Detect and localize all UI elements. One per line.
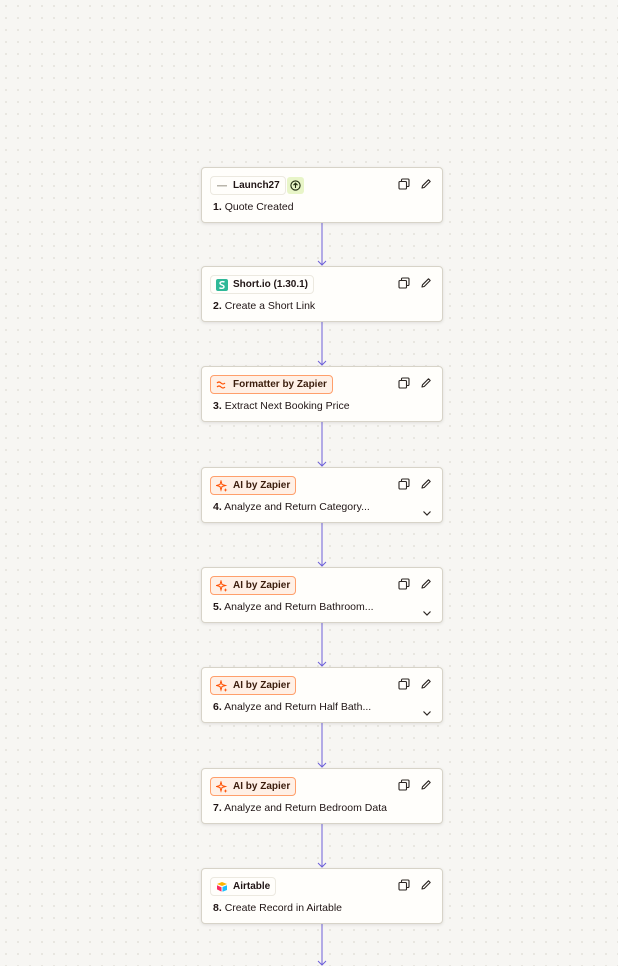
copy-icon[interactable]	[398, 778, 410, 791]
copy-icon[interactable]	[398, 677, 410, 690]
ai-sparkle-icon	[216, 780, 228, 793]
ai-sparkle-icon	[216, 479, 228, 492]
app-name: AI by Zapier	[233, 480, 291, 491]
step-connector	[317, 322, 327, 366]
copy-icon[interactable]	[398, 376, 410, 389]
zap-step-card[interactable]: Launch27 1. Quote Created	[201, 167, 443, 223]
edit-pencil-icon[interactable]	[420, 276, 432, 288]
app-name: AI by Zapier	[233, 680, 291, 691]
app-badge[interactable]: Formatter by Zapier	[210, 375, 333, 394]
step-connector	[317, 824, 327, 868]
app-name: Launch27	[233, 180, 280, 191]
zap-step-card[interactable]: Formatter by Zapier 3. Extract Next Booki…	[201, 366, 443, 422]
copy-icon[interactable]	[398, 477, 410, 490]
step-connector	[317, 223, 327, 266]
step-actions	[398, 677, 432, 690]
edit-pencil-icon[interactable]	[420, 177, 432, 189]
edit-pencil-icon[interactable]	[420, 376, 432, 388]
zap-step-card[interactable]: AI by Zapier 6. Analyze and Return Half B…	[201, 667, 443, 723]
zap-step-card[interactable]: AI by Zapier 5. Analyze and Return Bathro…	[201, 567, 443, 623]
step-title-text: Analyze and Return Half Bath...	[224, 701, 372, 713]
copy-icon[interactable]	[398, 276, 410, 289]
chevron-down-icon[interactable]	[422, 704, 432, 716]
step-title-text: Quote Created	[224, 201, 294, 213]
app-name: AI by Zapier	[233, 580, 291, 591]
formatter-icon	[216, 379, 228, 391]
step-connector	[317, 723, 327, 768]
step-title: 6. Analyze and Return Half Bath...	[213, 701, 371, 713]
step-number: 7.	[213, 802, 222, 814]
shortio-icon	[216, 278, 228, 291]
step-title: 7. Analyze and Return Bedroom Data	[213, 802, 387, 814]
step-title: 4. Analyze and Return Category...	[213, 501, 370, 513]
step-number: 3.	[213, 400, 222, 412]
edit-pencil-icon[interactable]	[420, 778, 432, 790]
step-number: 2.	[213, 300, 222, 312]
step-number: 8.	[213, 902, 222, 914]
step-actions	[398, 177, 432, 190]
ai-sparkle-icon	[216, 579, 228, 592]
step-title-text: Analyze and Return Category...	[224, 501, 370, 513]
step-actions	[398, 577, 432, 590]
zap-step-card[interactable]: AI by Zapier 4. Analyze and Return Catego…	[201, 467, 443, 523]
zap-step-card[interactable]: Airtable 8. Create Record in Airtable	[201, 868, 443, 924]
app-badge[interactable]: AI by Zapier	[210, 676, 297, 695]
app-badge[interactable]: Short.io (1.30.1)	[210, 275, 315, 294]
zap-editor-canvas[interactable]: Launch27 1. Quote Created Short.io (1.30.1…	[0, 0, 618, 966]
edit-pencil-icon[interactable]	[420, 577, 432, 589]
app-name: Short.io (1.30.1)	[233, 279, 309, 290]
chevron-down-icon[interactable]	[422, 504, 432, 516]
ai-sparkle-icon	[216, 679, 228, 692]
zap-step-card[interactable]: Short.io (1.30.1) 2. Create a Short Link	[201, 266, 443, 322]
step-number: 5.	[213, 601, 222, 613]
step-connector	[317, 924, 327, 966]
step-actions	[398, 376, 432, 389]
copy-icon[interactable]	[398, 177, 410, 190]
step-title-text: Analyze and Return Bathroom...	[224, 601, 374, 613]
step-title: 8. Create Record in Airtable	[213, 902, 342, 914]
step-actions	[398, 477, 432, 490]
step-actions	[398, 276, 432, 289]
step-number: 1.	[213, 201, 222, 213]
copy-icon[interactable]	[398, 878, 410, 891]
step-title-text: Create a Short Link	[224, 300, 316, 312]
edit-pencil-icon[interactable]	[420, 677, 432, 689]
step-title-text: Create Record in Airtable	[224, 902, 342, 914]
chevron-down-icon[interactable]	[422, 604, 432, 616]
app-badge[interactable]: Airtable	[210, 877, 277, 896]
launch27-icon	[216, 180, 228, 192]
step-title: 5. Analyze and Return Bathroom...	[213, 601, 374, 613]
edit-pencil-icon[interactable]	[420, 878, 432, 890]
step-title-text: Extract Next Booking Price	[224, 400, 350, 412]
app-badge[interactable]: Launch27	[210, 176, 286, 195]
app-badge[interactable]: AI by Zapier	[210, 576, 297, 595]
zap-step-card[interactable]: AI by Zapier 7. Analyze and Return Bedroo…	[201, 768, 443, 824]
airtable-icon	[216, 881, 228, 893]
step-actions	[398, 778, 432, 791]
step-connector	[317, 422, 327, 467]
step-number: 6.	[213, 701, 222, 713]
step-title: 1. Quote Created	[213, 201, 294, 213]
step-title: 3. Extract Next Booking Price	[213, 400, 350, 412]
step-connector	[317, 523, 327, 567]
edit-pencil-icon[interactable]	[420, 477, 432, 489]
step-title-text: Analyze and Return Bedroom Data	[224, 802, 387, 814]
app-name: AI by Zapier	[233, 781, 291, 792]
app-badge[interactable]: AI by Zapier	[210, 777, 297, 796]
step-title: 2. Create a Short Link	[213, 300, 315, 312]
app-badge[interactable]: AI by Zapier	[210, 476, 297, 495]
trigger-indicator-icon[interactable]	[287, 177, 304, 194]
app-name: Formatter by Zapier	[233, 379, 327, 390]
copy-icon[interactable]	[398, 577, 410, 590]
step-connector	[317, 623, 327, 667]
step-actions	[398, 878, 432, 891]
app-name: Airtable	[233, 881, 271, 892]
step-number: 4.	[213, 501, 222, 513]
